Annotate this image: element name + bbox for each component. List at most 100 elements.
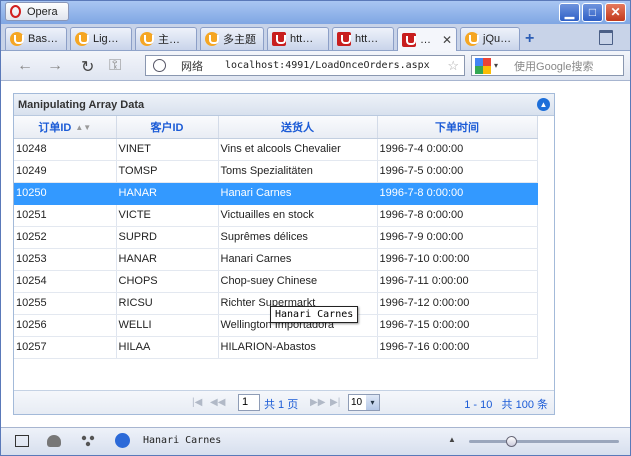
column-header-shipper[interactable]: 送货人 — [218, 116, 378, 139]
opera-menu-button[interactable]: Opera — [5, 2, 69, 21]
table-row[interactable]: 10254 CHOPS Chop-suey Chinese 1996-7-11 … — [14, 270, 538, 293]
tab-2[interactable]: 主… — [135, 27, 197, 50]
tab-label: Lig… — [93, 33, 119, 45]
column-header-label: 下单时间 — [435, 121, 479, 134]
trash-icon[interactable] — [599, 30, 613, 45]
tab-label: Bas… — [28, 33, 58, 45]
cell-customer-id: WELLI — [116, 314, 219, 337]
tab-7[interactable]: jQu… — [460, 27, 520, 50]
total-pages-label: 共 1 页 — [264, 399, 299, 411]
zoom-slider-thumb[interactable] — [506, 436, 517, 447]
title-bar: Opera ▁ □ ✕ — [1, 1, 630, 24]
key-icon[interactable]: ⚿ — [109, 57, 121, 75]
reload-icon[interactable]: ↻ — [81, 57, 94, 77]
cell-order-id: 10252 — [14, 226, 117, 249]
new-tab-button[interactable]: + — [525, 30, 534, 48]
cell-order-id: 10250 — [14, 182, 117, 205]
cell-shipper: Hanari Carnes — [218, 248, 378, 271]
column-header-order-date[interactable]: 下单时间 — [377, 116, 538, 139]
search-engine-dropdown-icon[interactable]: ▾ — [494, 61, 498, 70]
google-icon — [475, 57, 491, 74]
tab-1[interactable]: Lig… — [70, 27, 132, 50]
sort-icon[interactable]: ▲▼ — [75, 123, 91, 132]
cell-order-date: 1996-7-9 0:00:00 — [377, 226, 538, 249]
table-row[interactable]: 10248 VINET Vins et alcools Chevalier 19… — [14, 138, 538, 161]
cell-order-date: 1996-7-11 0:00:00 — [377, 270, 538, 293]
tab-label: 多主题 — [223, 34, 256, 46]
back-icon[interactable]: ← — [17, 57, 33, 75]
cell-order-id: 10255 — [14, 292, 117, 315]
search-placeholder: 使用Google搜索 — [514, 60, 594, 73]
opera-logo-icon — [10, 5, 21, 18]
tab-label: … — [420, 33, 431, 46]
grid-caption-bar: Manipulating Array Data ▲ — [14, 94, 554, 116]
status-bar: Hanari Carnes ▲ — [1, 427, 630, 455]
bookmark-star-icon[interactable]: ☆ — [447, 58, 459, 74]
next-page-icon[interactable]: ▶▶ — [310, 397, 325, 408]
zoom-slider[interactable] — [469, 436, 619, 447]
search-field[interactable]: ▾ 使用Google搜索 — [471, 55, 624, 76]
zoom-menu-icon[interactable]: ▲ — [448, 435, 456, 444]
tab-label: jQu… — [483, 33, 512, 45]
record-count: 1 - 10 共 100 条 — [464, 396, 548, 412]
cloud-icon[interactable] — [47, 435, 61, 447]
table-row[interactable]: 10251 VICTE Victuailles en stock 1996-7-… — [14, 204, 538, 227]
minimize-button[interactable]: ▁ — [559, 3, 580, 22]
cell-order-date: 1996-7-16 0:00:00 — [377, 336, 538, 359]
page-icon — [337, 32, 351, 46]
cell-order-id: 10251 — [14, 204, 117, 227]
column-header-customer-id[interactable]: 客户ID — [116, 116, 219, 139]
speedometer-icon[interactable] — [115, 433, 130, 448]
table-row-selected[interactable]: 10250 HANAR Hanari Carnes 1996-7-8 0:00:… — [14, 182, 538, 205]
speed-dial-icon — [10, 32, 24, 46]
header-row: 订单ID ▲▼ 客户ID 送货人 下单时间 — [14, 116, 538, 139]
speed-dial-icon — [140, 32, 154, 46]
window-controls: ▁ □ ✕ — [559, 3, 626, 22]
address-field[interactable]: 网络 localhost:4991/LoadOnceOrders.aspx ☆ — [145, 55, 465, 76]
panel-toggle-icon[interactable] — [15, 435, 29, 447]
speed-dial-icon — [75, 32, 89, 46]
network-label: 网络 — [181, 60, 203, 73]
cell-customer-id: CHOPS — [116, 270, 219, 293]
page-size-select[interactable]: 10 ▾ — [348, 394, 380, 411]
tab-bar: Bas… Lig… 主… 多主题 htt… htt… … ✕ jQu… + — [1, 24, 630, 51]
maximize-button[interactable]: □ — [582, 3, 603, 22]
cell-order-id: 10256 — [14, 314, 117, 337]
table-row[interactable]: 10253 HANAR Hanari Carnes 1996-7-10 0:00… — [14, 248, 538, 271]
collapse-grid-icon[interactable]: ▲ — [537, 98, 550, 111]
cell-tooltip: Hanari Carnes — [270, 306, 359, 323]
tab-0[interactable]: Bas… — [5, 27, 67, 50]
tab-label: htt… — [290, 33, 314, 45]
tab-6-active[interactable]: … ✕ — [397, 27, 457, 51]
last-page-icon[interactable]: ▶| — [330, 397, 340, 408]
unite-icon[interactable] — [81, 435, 95, 447]
cell-shipper: Hanari Carnes — [218, 182, 378, 205]
page-number-input[interactable]: 1 — [238, 394, 260, 411]
close-icon: ✕ — [610, 5, 621, 19]
cell-order-date: 1996-7-5 0:00:00 — [377, 160, 538, 183]
table-row[interactable]: 10257 HILAA HILARION-Abastos 1996-7-16 0… — [14, 336, 538, 359]
minimize-icon: ▁ — [564, 5, 575, 19]
tab-3[interactable]: 多主题 — [200, 27, 264, 50]
cell-customer-id: HILAA — [116, 336, 219, 359]
tab-close-icon[interactable]: ✕ — [442, 33, 452, 47]
page-icon — [402, 32, 416, 47]
cell-order-date: 1996-7-12 0:00:00 — [377, 292, 538, 315]
tab-4[interactable]: htt… — [267, 27, 329, 50]
cell-customer-id: VICTE — [116, 204, 219, 227]
first-page-icon[interactable]: |◀ — [192, 397, 202, 408]
table-row[interactable]: 10249 TOMSP Toms Spezialitäten 1996-7-5 … — [14, 160, 538, 183]
close-window-button[interactable]: ✕ — [605, 3, 626, 22]
tab-5[interactable]: htt… — [332, 27, 394, 50]
speed-dial-icon — [465, 32, 479, 46]
browser-window: Opera ▁ □ ✕ Bas… Lig… 主… 多主题 htt… htt… …… — [0, 0, 631, 456]
cell-order-date: 1996-7-8 0:00:00 — [377, 182, 538, 205]
table-row[interactable]: 10252 SUPRD Suprêmes délices 1996-7-9 0:… — [14, 226, 538, 249]
forward-icon[interactable]: → — [47, 57, 63, 75]
opera-menu-label: Opera — [27, 5, 58, 18]
tab-label: 主… — [158, 34, 180, 46]
column-header-order-id[interactable]: 订单ID ▲▼ — [14, 116, 117, 139]
chevron-down-icon: ▾ — [366, 395, 379, 410]
cell-shipper: Chop-suey Chinese — [218, 270, 378, 293]
prev-page-icon[interactable]: ◀◀ — [210, 397, 225, 408]
